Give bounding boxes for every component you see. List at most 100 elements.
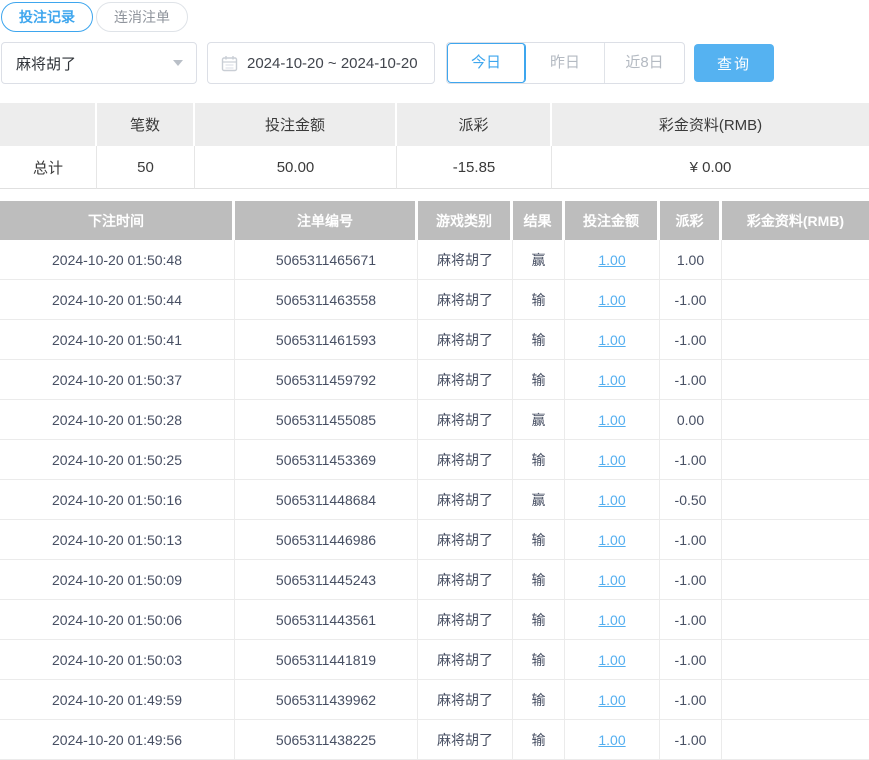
order-id-cell: 5065311459792 — [235, 360, 418, 400]
quick-range-today[interactable]: 今日 — [447, 43, 526, 83]
bet-time-cell: 2024-10-20 01:50:28 — [0, 400, 235, 440]
quick-range-yesterday[interactable]: 昨日 — [526, 43, 605, 83]
payout-cell: -1.00 — [660, 360, 722, 400]
summary-header-payout: 派彩 — [397, 103, 552, 146]
chevron-down-icon — [173, 60, 183, 66]
bonus-cell — [722, 560, 869, 600]
bet-time-cell: 2024-10-20 01:50:41 — [0, 320, 235, 360]
summary-header-bonus: 彩金资料(RMB) — [552, 103, 869, 146]
bet-amount-cell: 1.00 — [565, 600, 660, 640]
bet-amount-cell: 1.00 — [565, 520, 660, 560]
table-row: 2024-10-20 01:49:565065311438225麻将胡了输1.0… — [0, 720, 869, 760]
payout-cell: 1.00 — [660, 240, 722, 280]
bonus-cell — [722, 720, 869, 760]
summary-total-row: 总计 50 50.00 -15.85 ¥ 0.00 — [0, 146, 869, 189]
tab-bet-records[interactable]: 投注记录 — [1, 2, 93, 32]
order-id-cell: 5065311448684 — [235, 480, 418, 520]
bet-amount-cell: 1.00 — [565, 400, 660, 440]
payout-cell: 0.00 — [660, 400, 722, 440]
date-range-picker[interactable]: 2024-10-20 ~ 2024-10-20 — [207, 42, 435, 84]
bonus-cell — [722, 600, 869, 640]
bet-amount-cell: 1.00 — [565, 360, 660, 400]
header-payout: 派彩 — [660, 201, 722, 240]
bet-amount-link[interactable]: 1.00 — [598, 532, 625, 548]
bet-time-cell: 2024-10-20 01:50:09 — [0, 560, 235, 600]
order-id-cell: 5065311441819 — [235, 640, 418, 680]
header-game-type: 游戏类别 — [418, 201, 513, 240]
bet-amount-link[interactable]: 1.00 — [598, 412, 625, 428]
summary-header-bet-amount: 投注金额 — [195, 103, 397, 146]
table-row: 2024-10-20 01:50:035065311441819麻将胡了输1.0… — [0, 640, 869, 680]
order-id-cell: 5065311465671 — [235, 240, 418, 280]
order-id-cell: 5065311453369 — [235, 440, 418, 480]
bet-amount-link[interactable]: 1.00 — [598, 692, 625, 708]
payout-cell: -1.00 — [660, 640, 722, 680]
table-row: 2024-10-20 01:50:135065311446986麻将胡了输1.0… — [0, 520, 869, 560]
table-row: 2024-10-20 01:50:375065311459792麻将胡了输1.0… — [0, 360, 869, 400]
bet-amount-cell: 1.00 — [565, 720, 660, 760]
bets-table: 下注时间 注单编号 游戏类别 结果 投注金额 派彩 彩金资料(RMB) 2024… — [0, 201, 869, 760]
date-range-value: 2024-10-20 ~ 2024-10-20 — [247, 55, 418, 72]
payout-cell: -1.00 — [660, 280, 722, 320]
bet-time-cell: 2024-10-20 01:49:59 — [0, 680, 235, 720]
quick-range-group: 今日 昨日 近8日 — [446, 42, 685, 84]
bet-amount-link[interactable]: 1.00 — [598, 492, 625, 508]
table-row: 2024-10-20 01:50:065065311443561麻将胡了输1.0… — [0, 600, 869, 640]
bet-amount-link[interactable]: 1.00 — [598, 252, 625, 268]
header-result: 结果 — [513, 201, 565, 240]
result-cell: 赢 — [513, 400, 565, 440]
tab-cancelled-orders[interactable]: 连消注单 — [96, 2, 188, 32]
game-type-cell: 麻将胡了 — [418, 400, 513, 440]
bonus-cell — [722, 480, 869, 520]
table-row: 2024-10-20 01:50:165065311448684麻将胡了赢1.0… — [0, 480, 869, 520]
header-order-id: 注单编号 — [235, 201, 418, 240]
result-cell: 输 — [513, 520, 565, 560]
bonus-cell — [722, 520, 869, 560]
order-id-cell: 5065311461593 — [235, 320, 418, 360]
bet-amount-link[interactable]: 1.00 — [598, 332, 625, 348]
bet-amount-link[interactable]: 1.00 — [598, 652, 625, 668]
bet-amount-cell: 1.00 — [565, 640, 660, 680]
payout-cell: -1.00 — [660, 520, 722, 560]
bet-amount-cell: 1.00 — [565, 240, 660, 280]
bet-amount-link[interactable]: 1.00 — [598, 572, 625, 588]
table-row: 2024-10-20 01:50:095065311445243麻将胡了输1.0… — [0, 560, 869, 600]
result-cell: 输 — [513, 560, 565, 600]
payout-cell: -0.50 — [660, 480, 722, 520]
bet-amount-link[interactable]: 1.00 — [598, 732, 625, 748]
bet-amount-link[interactable]: 1.00 — [598, 372, 625, 388]
bet-amount-link[interactable]: 1.00 — [598, 612, 625, 628]
summary-total-bet-amount: 50.00 — [195, 146, 397, 189]
game-dropdown[interactable]: 麻将胡了 — [1, 42, 197, 84]
bet-amount-link[interactable]: 1.00 — [598, 452, 625, 468]
bet-time-cell: 2024-10-20 01:50:25 — [0, 440, 235, 480]
table-row: 2024-10-20 01:50:445065311463558麻将胡了输1.0… — [0, 280, 869, 320]
result-cell: 输 — [513, 720, 565, 760]
game-type-cell: 麻将胡了 — [418, 280, 513, 320]
result-cell: 赢 — [513, 240, 565, 280]
quick-range-last8days[interactable]: 近8日 — [605, 43, 684, 83]
table-row: 2024-10-20 01:50:255065311453369麻将胡了输1.0… — [0, 440, 869, 480]
order-id-cell: 5065311446986 — [235, 520, 418, 560]
payout-cell: -1.00 — [660, 720, 722, 760]
summary-total-label: 总计 — [0, 146, 97, 189]
order-id-cell: 5065311438225 — [235, 720, 418, 760]
summary-header-count: 笔数 — [97, 103, 195, 146]
bonus-cell — [722, 240, 869, 280]
search-button[interactable]: 查询 — [694, 44, 774, 82]
bet-time-cell: 2024-10-20 01:49:56 — [0, 720, 235, 760]
bets-table-body: 2024-10-20 01:50:485065311465671麻将胡了赢1.0… — [0, 240, 869, 760]
result-cell: 输 — [513, 280, 565, 320]
payout-cell: -1.00 — [660, 560, 722, 600]
summary-header-empty — [0, 103, 97, 146]
order-id-cell: 5065311439962 — [235, 680, 418, 720]
bonus-cell — [722, 640, 869, 680]
bet-time-cell: 2024-10-20 01:50:16 — [0, 480, 235, 520]
bet-amount-cell: 1.00 — [565, 480, 660, 520]
table-row: 2024-10-20 01:50:415065311461593麻将胡了输1.0… — [0, 320, 869, 360]
order-id-cell: 5065311445243 — [235, 560, 418, 600]
bet-time-cell: 2024-10-20 01:50:03 — [0, 640, 235, 680]
header-bonus: 彩金资料(RMB) — [722, 201, 869, 240]
bet-amount-link[interactable]: 1.00 — [598, 292, 625, 308]
payout-cell: -1.00 — [660, 600, 722, 640]
